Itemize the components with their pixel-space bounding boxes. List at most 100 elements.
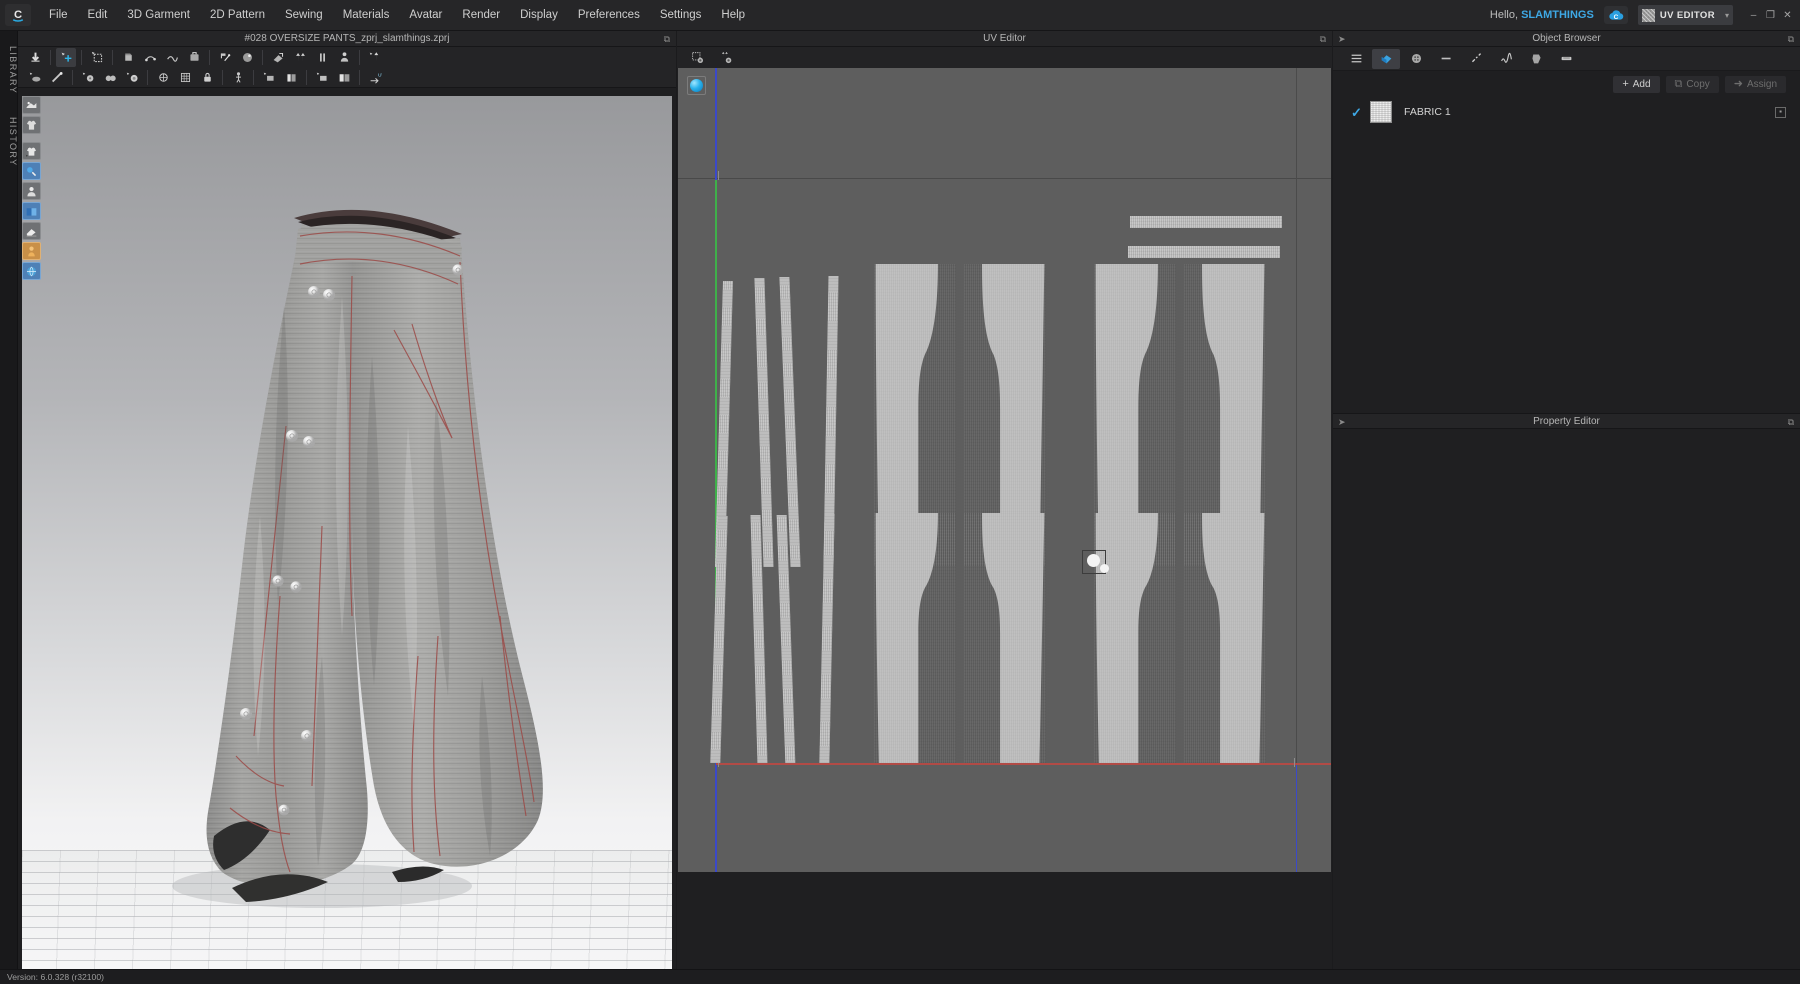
assign-button[interactable]: ➜ Assign	[1724, 75, 1786, 93]
select-pattern-icon[interactable]	[140, 48, 160, 67]
uv-snapshot-icon[interactable]	[687, 48, 707, 67]
menu-help[interactable]: Help	[711, 5, 755, 25]
tab-stitch-pattern[interactable]	[1492, 49, 1520, 69]
curve-pattern-icon[interactable]	[162, 48, 182, 67]
pin-tack-icon[interactable]	[312, 48, 332, 67]
oversize-pants-3d-model[interactable]	[22, 96, 672, 980]
tab-topstitch[interactable]	[1462, 49, 1490, 69]
popout-icon[interactable]: ⧉	[1788, 417, 1794, 428]
expand-square-icon[interactable]: ▪	[1775, 106, 1786, 118]
pin-icon[interactable]: ➤	[1338, 34, 1346, 45]
lock-icon[interactable]	[197, 68, 217, 87]
segment-sewing-icon[interactable]	[215, 48, 235, 67]
uv-unwrap-icon[interactable]: UV	[365, 68, 385, 87]
uv-export-icon[interactable]	[716, 48, 736, 67]
uv-sphere-gizmo-icon[interactable]	[687, 76, 706, 95]
sidebar-tab-library[interactable]: LIBRARY	[0, 39, 18, 101]
uv-piece-front-leg-right-b[interactable]	[964, 513, 1046, 763]
garment-shirt-icon[interactable]	[22, 116, 41, 134]
popout-icon[interactable]: ⧉	[664, 34, 670, 45]
tab-fabric[interactable]	[1372, 48, 1400, 69]
menu-render[interactable]: Render	[452, 5, 510, 25]
measure-icon[interactable]	[259, 68, 279, 87]
menu-preferences[interactable]: Preferences	[568, 5, 650, 25]
topstitch-icon[interactable]	[153, 68, 173, 87]
layer-up-icon[interactable]	[365, 48, 385, 67]
zipper-icon[interactable]	[47, 68, 67, 87]
tab-graphic-bar[interactable]	[1552, 49, 1580, 69]
snap-icon[interactable]	[122, 68, 142, 87]
sidebar-tab-history[interactable]: HISTORY	[0, 111, 18, 173]
checkmark-icon[interactable]: ✓	[1351, 106, 1365, 119]
mode-selector[interactable]: UV EDITOR ▾	[1637, 5, 1733, 25]
add-button[interactable]: + Add	[1613, 75, 1660, 93]
tab-zipper[interactable]	[1432, 49, 1460, 69]
uv-piece-waistband-strip[interactable]	[1130, 216, 1282, 228]
book-library-icon[interactable]	[22, 202, 41, 220]
clo-logo-icon[interactable]: C	[5, 4, 31, 26]
tab-button[interactable]	[1402, 49, 1430, 69]
menu-3d-garment[interactable]: 3D Garment	[117, 5, 200, 25]
fabric-swatch-thumb[interactable]	[1370, 101, 1392, 123]
copy-button[interactable]: ⧉ Copy	[1665, 75, 1719, 93]
texture-paint-icon[interactable]	[22, 162, 41, 180]
minimize-button[interactable]: –	[1745, 7, 1762, 23]
gradation-icon[interactable]	[281, 68, 301, 87]
uv-piece-back-leg-left-b[interactable]	[1094, 513, 1176, 763]
uv-piece-tape-strip-5[interactable]	[710, 516, 728, 763]
uv-button-mark-1[interactable]	[1087, 554, 1100, 567]
tab-list-view[interactable]	[1342, 49, 1370, 69]
avatar-pose-icon[interactable]	[228, 68, 248, 87]
popout-icon[interactable]: ⧉	[1320, 34, 1326, 45]
pin-icon[interactable]: ➤	[1338, 417, 1346, 428]
buttonhole-icon[interactable]	[100, 68, 120, 87]
add-button-label: Add	[1632, 78, 1651, 90]
chevron-down-icon[interactable]: ▾	[1725, 11, 1729, 20]
popout-icon[interactable]: ⧉	[1788, 34, 1794, 45]
transform-move-icon[interactable]	[56, 47, 76, 67]
uv-piece-front-leg-left-b[interactable]	[874, 513, 956, 763]
uv-button-mark-2[interactable]	[1100, 564, 1109, 573]
print-layout-icon[interactable]	[312, 68, 332, 87]
render-preview-icon[interactable]	[22, 96, 41, 114]
gather-symmetric-icon[interactable]	[290, 48, 310, 67]
uv-piece-waistband-strip-2[interactable]	[1128, 246, 1280, 258]
avatar-bust-icon[interactable]	[22, 182, 41, 200]
fold-arrange-icon[interactable]	[118, 48, 138, 67]
menu-materials[interactable]: Materials	[333, 5, 400, 25]
tab-trim[interactable]	[1522, 49, 1550, 69]
menu-2d-pattern[interactable]: 2D Pattern	[200, 5, 275, 25]
close-button[interactable]: ✕	[1779, 7, 1796, 23]
flatten-icon[interactable]	[25, 68, 45, 87]
fabric-texture-icon[interactable]	[22, 142, 41, 160]
pin-pattern-icon[interactable]	[184, 48, 204, 67]
assign-button-label: Assign	[1746, 78, 1777, 90]
fold-arrangement-icon[interactable]	[268, 48, 288, 67]
menu-edit[interactable]: Edit	[78, 5, 118, 25]
pleat-grid-icon[interactable]	[175, 68, 195, 87]
uv-horizontal-divider	[678, 178, 1331, 179]
menu-sewing[interactable]: Sewing	[275, 5, 333, 25]
free-sewing-icon[interactable]	[237, 48, 257, 67]
uv-w-axis-bottom	[715, 763, 717, 872]
eraser-icon[interactable]	[22, 222, 41, 240]
menu-display[interactable]: Display	[510, 5, 568, 25]
menu-settings[interactable]: Settings	[650, 5, 712, 25]
avatar-gizmo-icon[interactable]	[334, 48, 354, 67]
mannequin-icon[interactable]	[22, 242, 41, 260]
viewport-3d-canvas[interactable]	[22, 96, 672, 980]
restore-button[interactable]: ❐	[1762, 7, 1779, 23]
uv-piece-back-leg-right-b[interactable]	[1184, 513, 1266, 763]
uv-editor-canvas[interactable]	[678, 68, 1331, 872]
cloud-icon[interactable]: C	[1603, 6, 1628, 24]
button-selection-box[interactable]	[1082, 550, 1109, 574]
select-mesh-box-icon[interactable]	[87, 48, 107, 67]
uv-piece-tape-strip-8[interactable]	[819, 514, 835, 763]
globe-environment-icon[interactable]	[22, 262, 41, 280]
fabric-layout-icon[interactable]	[334, 68, 354, 87]
menu-file[interactable]: File	[39, 5, 78, 25]
import-arrow-icon[interactable]	[25, 48, 45, 67]
menu-avatar[interactable]: Avatar	[399, 5, 452, 25]
list-item[interactable]: ✓ FABRIC 1 ▪	[1333, 97, 1800, 127]
button-icon[interactable]	[78, 68, 98, 87]
